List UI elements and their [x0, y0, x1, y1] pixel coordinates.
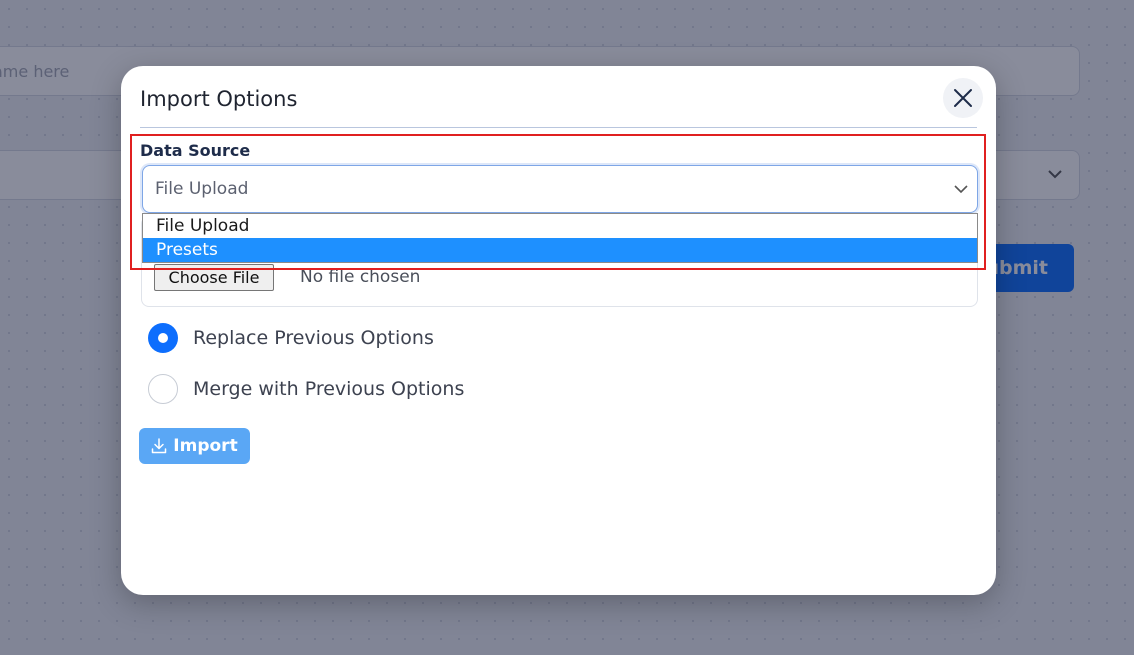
radio-button-checked[interactable]: [148, 323, 178, 353]
data-source-dropdown-list: File Upload Presets: [142, 213, 978, 263]
dropdown-option-presets[interactable]: Presets: [143, 238, 977, 262]
import-button-label: Import: [173, 436, 238, 456]
radio-button-unchecked[interactable]: [148, 374, 178, 404]
import-options-modal: Import Options Data Source Choose File N…: [121, 66, 996, 595]
radio-merge-previous-options[interactable]: Merge with Previous Options: [148, 373, 464, 405]
modal-title: Import Options: [140, 87, 298, 111]
radio-label-merge: Merge with Previous Options: [193, 378, 465, 400]
dropdown-option-file-upload[interactable]: File Upload: [143, 214, 977, 238]
title-divider: [140, 127, 977, 128]
close-button[interactable]: [943, 78, 983, 118]
radio-replace-previous-options[interactable]: Replace Previous Options: [148, 322, 434, 354]
radio-label-replace: Replace Previous Options: [193, 327, 434, 349]
file-status: No file chosen: [300, 267, 421, 287]
import-button[interactable]: Import: [139, 428, 250, 464]
download-icon: [152, 438, 167, 454]
close-icon: [954, 89, 972, 107]
